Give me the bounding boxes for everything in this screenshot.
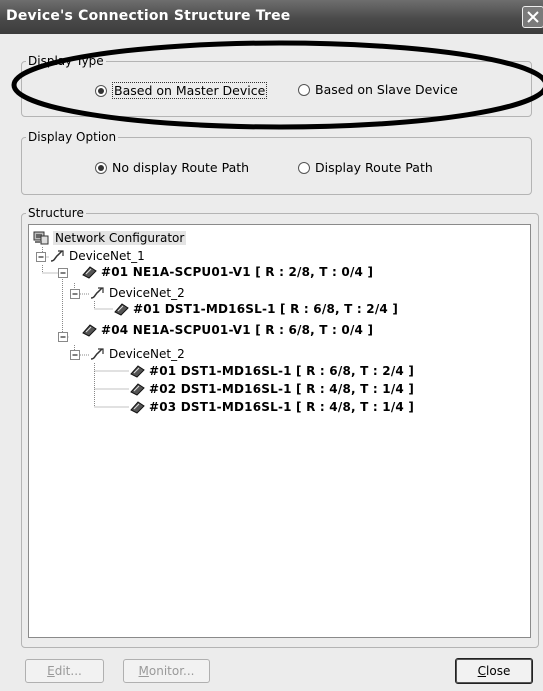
close-mnemonic: C (477, 664, 487, 678)
radio-unselected-icon (298, 83, 310, 96)
tree-node-network[interactable]: DeviceNet_1 (49, 249, 145, 263)
tree-node-device[interactable]: #01 DST1-MD16SL-1 [ R : 6/8, T : 2/4 ] (129, 364, 414, 378)
close-icon (527, 11, 539, 23)
radio-no-display-route[interactable]: No display Route Path (95, 160, 249, 175)
monitor-mnemonic: M (138, 664, 149, 678)
display-option-group: Display Option No display Route Path Dis… (21, 129, 532, 195)
tree-label: #04 NE1A-SCPU01-V1 [ R : 6/8, T : 0/4 ] (101, 323, 374, 337)
display-type-legend: Display Type (26, 53, 106, 69)
network-cable-icon (50, 250, 64, 262)
title-bar[interactable]: Device's Connection Structure Tree (0, 0, 543, 34)
edit-mnemonic: E (47, 664, 55, 678)
close-button[interactable]: Close (455, 658, 533, 684)
window-title: Device's Connection Structure Tree (6, 8, 291, 24)
tree-label: Network Configurator (53, 231, 187, 245)
tree-node-device[interactable]: #02 DST1-MD16SL-1 [ R : 4/8, T : 1/4 ] (129, 382, 414, 396)
structure-tree[interactable]: Network Configurator DeviceNet_1 #01 NE1… (28, 224, 531, 638)
device-icon (114, 303, 129, 316)
tree-node-network[interactable]: DeviceNet_2 (89, 286, 185, 300)
radio-display-route[interactable]: Display Route Path (298, 160, 433, 175)
expand-boxes (36, 252, 80, 360)
radio-selected-icon (95, 84, 107, 97)
radio-selected-icon (95, 161, 107, 174)
network-cable-icon (90, 287, 104, 299)
edit-label: dit... (54, 664, 82, 678)
tree-label: #02 DST1-MD16SL-1 [ R : 4/8, T : 1/4 ] (149, 382, 415, 396)
tree-node-network[interactable]: DeviceNet_2 (89, 347, 185, 361)
display-type-group: Display Type Based on Master Device Base… (21, 53, 532, 117)
edit-button[interactable]: Edit... (25, 659, 104, 683)
structure-legend: Structure (26, 205, 86, 221)
tree-node-device[interactable]: #03 DST1-MD16SL-1 [ R : 4/8, T : 1/4 ] (129, 400, 414, 414)
close-label: lose (486, 664, 511, 678)
tree-label: DeviceNet_2 (109, 286, 185, 300)
close-window-button[interactable] (522, 6, 543, 28)
radio-label: No display Route Path (112, 160, 250, 175)
monitor-label: onitor... (148, 664, 195, 678)
radio-label: Based on Slave Device (315, 82, 458, 97)
monitor-button[interactable]: Monitor... (123, 659, 210, 683)
dialog-window: Device's Connection Structure Tree Displ… (0, 0, 543, 691)
tree-label: #01 DST1-MD16SL-1 [ R : 6/8, T : 2/4 ] (133, 302, 399, 316)
radio-based-on-slave[interactable]: Based on Slave Device (298, 82, 458, 97)
tree-label: #01 NE1A-SCPU01-V1 [ R : 2/8, T : 0/4 ] (101, 265, 374, 279)
display-option-legend: Display Option (26, 129, 119, 145)
radio-label: Based on Master Device (112, 82, 268, 99)
tree-node-device[interactable]: #04 NE1A-SCPU01-V1 [ R : 6/8, T : 0/4 ] (81, 323, 373, 337)
tree-node-root[interactable]: Network Configurator (33, 231, 187, 245)
radio-label: Display Route Path (315, 160, 433, 175)
tree-label: DeviceNet_2 (109, 347, 185, 361)
device-icon (130, 383, 145, 396)
computer-network-icon (33, 231, 49, 245)
device-icon (82, 324, 97, 337)
device-icon (130, 401, 145, 414)
tree-label: #03 DST1-MD16SL-1 [ R : 4/8, T : 1/4 ] (149, 400, 415, 414)
radio-based-on-master[interactable]: Based on Master Device (95, 82, 268, 99)
radio-unselected-icon (298, 161, 310, 174)
device-icon (82, 266, 97, 279)
network-cable-icon (90, 348, 104, 360)
device-icon (130, 365, 145, 378)
tree-label: #01 DST1-MD16SL-1 [ R : 6/8, T : 2/4 ] (149, 364, 415, 378)
tree-node-device[interactable]: #01 NE1A-SCPU01-V1 [ R : 2/8, T : 0/4 ] (81, 265, 373, 279)
tree-node-device[interactable]: #01 DST1-MD16SL-1 [ R : 6/8, T : 2/4 ] (113, 302, 398, 316)
tree-label: DeviceNet_1 (69, 249, 145, 263)
